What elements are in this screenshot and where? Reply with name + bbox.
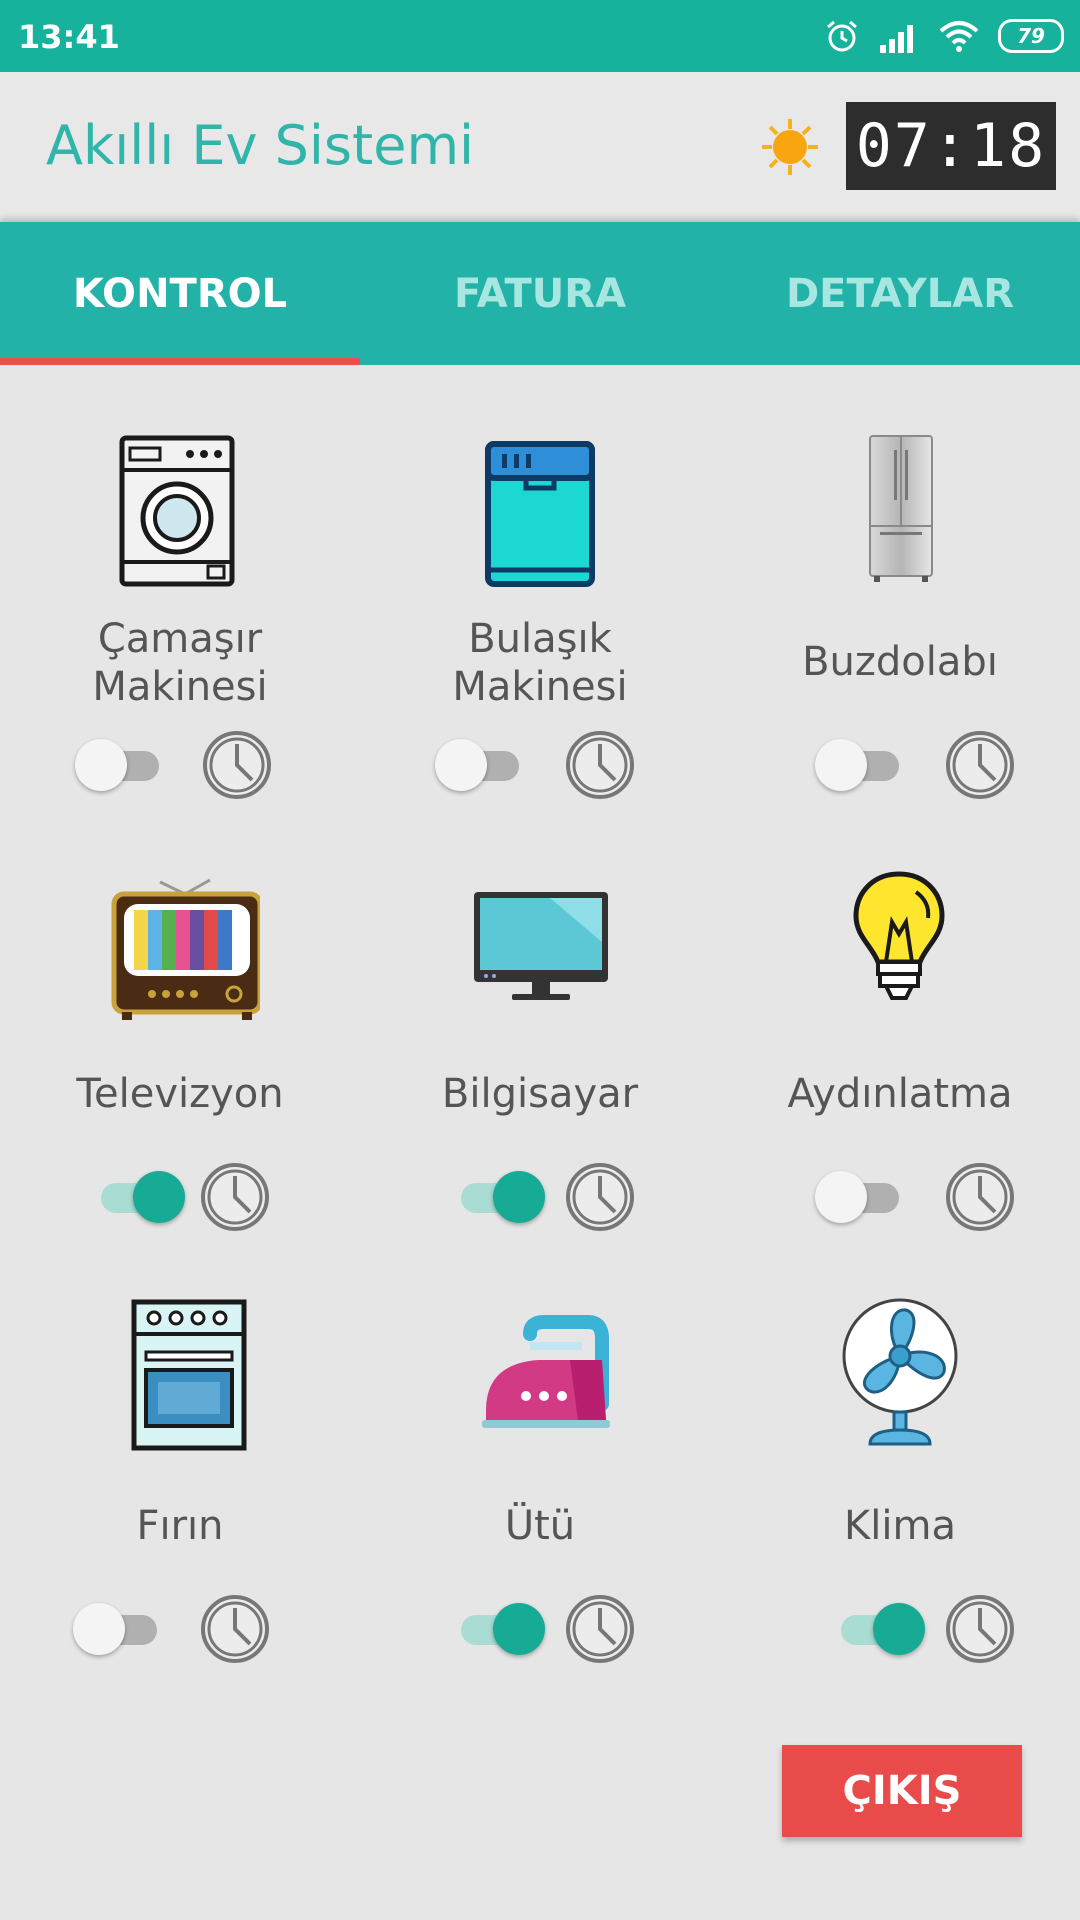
clock-timer-icon[interactable] — [945, 1594, 1015, 1664]
toggle-switch-oven[interactable] — [73, 1599, 163, 1659]
fan-icon — [842, 1298, 958, 1446]
clock-timer-icon[interactable] — [202, 730, 272, 800]
device-tile-lighting: Aydınlatma — [720, 862, 1080, 1282]
tab-kontrol[interactable]: KONTROL — [0, 222, 360, 365]
tv-icon — [111, 878, 260, 1020]
device-label: Bulaşık Makinesi — [452, 616, 628, 710]
device-label: Ütü — [504, 1503, 576, 1549]
clock-timer-icon[interactable] — [565, 1162, 635, 1232]
oven-icon — [131, 1299, 247, 1451]
toggle-switch-computer[interactable] — [455, 1167, 545, 1227]
device-tile-fridge: Buzdolabı — [720, 430, 1080, 850]
toggle-switch-lighting[interactable] — [815, 1167, 905, 1227]
lightbulb-icon — [853, 871, 945, 1000]
washing-machine-icon — [119, 435, 235, 587]
device-tile-washing-machine: Çamaşır Makinesi — [0, 430, 360, 850]
tab-fatura[interactable]: FATURA — [360, 222, 720, 365]
wifi-icon — [939, 21, 979, 52]
clock-timer-icon[interactable] — [565, 1594, 635, 1664]
fridge-icon — [869, 435, 933, 582]
toggle-switch-iron[interactable] — [455, 1599, 545, 1659]
signal-icon — [880, 25, 913, 53]
toggle-switch-dishwasher[interactable] — [435, 735, 525, 795]
clock-timer-icon[interactable] — [200, 1162, 270, 1232]
app-header: Akıllı Ev Sistemi 07:18 — [0, 72, 1080, 222]
device-tile-computer: Bilgisayar — [360, 862, 720, 1282]
device-tile-klima: Klima — [720, 1294, 1080, 1714]
exit-button[interactable]: ÇIKIŞ — [782, 1745, 1022, 1837]
tab-indicator — [0, 358, 360, 365]
tab-detaylar[interactable]: DETAYLAR — [720, 222, 1080, 365]
device-label: Fırın — [136, 1503, 224, 1549]
clock-timer-icon[interactable] — [200, 1594, 270, 1664]
device-tile-oven: Fırın — [0, 1294, 360, 1714]
device-label: Buzdolabı — [802, 639, 998, 685]
battery-icon: 79 — [998, 19, 1064, 53]
clock-timer-icon[interactable] — [565, 730, 635, 800]
monitor-icon — [474, 892, 608, 1000]
toggle-switch-klima[interactable] — [835, 1599, 925, 1659]
status-time: 13:41 — [18, 18, 120, 56]
device-tile-tv: Televizyon — [0, 862, 360, 1282]
device-label: Klima — [844, 1503, 956, 1549]
sun-icon — [762, 119, 818, 175]
toggle-switch-fridge[interactable] — [815, 735, 905, 795]
device-label: Televizyon — [76, 1071, 284, 1117]
iron-icon — [482, 1315, 610, 1428]
clock-timer-icon[interactable] — [945, 730, 1015, 800]
toggle-switch-tv[interactable] — [95, 1167, 185, 1227]
tab-bar: KONTROL FATURA DETAYLAR — [0, 222, 1080, 365]
clock-timer-icon[interactable] — [945, 1162, 1015, 1232]
device-label: Bilgisayar — [441, 1071, 639, 1117]
status-bar: 13:41 79 — [0, 0, 1080, 72]
device-label: Aydınlatma — [787, 1071, 1013, 1117]
status-icons: 79 — [824, 16, 1064, 56]
alarm-icon — [827, 20, 857, 52]
device-tile-dishwasher: Bulaşık Makinesi — [360, 430, 720, 850]
dishwasher-icon — [485, 441, 595, 587]
toggle-switch-washing-machine[interactable] — [75, 735, 165, 795]
device-tile-iron: Ütü — [360, 1294, 720, 1714]
app-title: Akıllı Ev Sistemi — [46, 114, 475, 177]
digital-clock: 07:18 — [846, 102, 1056, 190]
device-label: Çamaşır Makinesi — [92, 616, 268, 710]
